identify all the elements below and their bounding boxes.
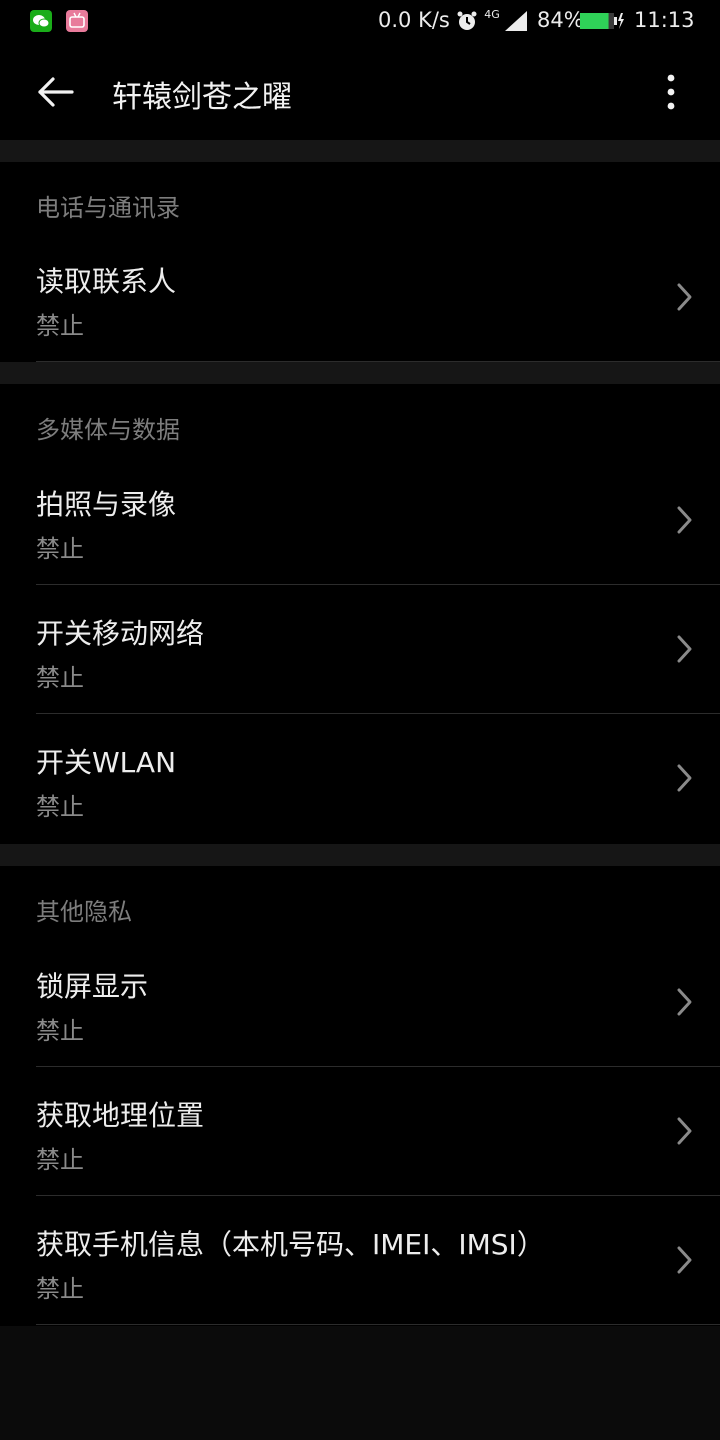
permission-status: 禁止: [36, 664, 84, 692]
permission-status: 禁止: [36, 1275, 84, 1303]
section-header: 电话与通讯录: [36, 194, 180, 222]
app-bar: 轩辕剑苍之曜: [0, 44, 720, 140]
section-gap: [0, 362, 720, 384]
chevron-right-icon: [677, 283, 692, 311]
wechat-icon: [30, 10, 52, 32]
permission-status: 禁止: [36, 1017, 84, 1045]
permission-row-wlan[interactable]: 开关WLAN 禁止: [0, 715, 720, 843]
arrow-left-icon: [38, 77, 74, 107]
more-vert-icon: [667, 74, 675, 110]
section-media: 多媒体与数据 拍照与录像 禁止 开关移动网络 禁止 开关WLAN 禁止: [0, 384, 720, 844]
section-header: 多媒体与数据: [36, 416, 180, 444]
permission-row-mobile-data[interactable]: 开关移动网络 禁止: [0, 586, 720, 714]
permission-status: 禁止: [36, 312, 84, 340]
page-title: 轩辕剑苍之曜: [112, 80, 292, 115]
permission-row-lock-screen[interactable]: 锁屏显示 禁止: [0, 939, 720, 1067]
chevron-right-icon: [677, 635, 692, 663]
permission-title: 开关移动网络: [36, 617, 205, 650]
section-other-privacy: 其他隐私 锁屏显示 禁止 获取地理位置 禁止 获取手机信息（本机号码、IMEI、…: [0, 866, 720, 1326]
permission-status: 禁止: [36, 1146, 84, 1174]
section-contacts: 电话与通讯录 读取联系人 禁止: [0, 162, 720, 362]
chevron-right-icon: [677, 506, 692, 534]
permission-row-camera[interactable]: 拍照与录像 禁止: [0, 457, 720, 585]
permission-title: 获取地理位置: [36, 1099, 205, 1132]
clock: 11:13: [634, 8, 695, 32]
divider: [36, 1066, 720, 1067]
section-gap: [0, 844, 720, 866]
permission-title: 锁屏显示: [36, 970, 149, 1003]
section-gap: [0, 140, 720, 162]
permission-row-read-contacts[interactable]: 读取联系人 禁止: [0, 234, 720, 362]
network-speed: 0.0 K/s: [378, 8, 450, 32]
more-options-button[interactable]: [650, 68, 692, 116]
status-bar: 0.0 K/s 4G 84% 11:13: [0, 0, 720, 44]
permission-status: 禁止: [36, 535, 84, 563]
divider: [36, 584, 720, 585]
divider: [36, 1195, 720, 1196]
battery-icon: [580, 12, 624, 30]
permission-title: 拍照与录像: [36, 488, 177, 521]
permission-status: 禁止: [36, 793, 84, 821]
chevron-right-icon: [677, 1246, 692, 1274]
alarm-icon: [456, 10, 478, 32]
permission-title: 读取联系人: [36, 265, 177, 298]
divider: [36, 713, 720, 714]
back-button[interactable]: [26, 66, 82, 118]
permission-row-phone-info[interactable]: 获取手机信息（本机号码、IMEI、IMSI） 禁止: [0, 1197, 720, 1325]
chevron-right-icon: [677, 1117, 692, 1145]
chevron-right-icon: [677, 988, 692, 1016]
section-header: 其他隐私: [36, 898, 132, 926]
battery-percent: 84%: [537, 8, 584, 32]
permission-title: 开关WLAN: [36, 746, 177, 779]
signal-icon: [503, 10, 529, 32]
chevron-right-icon: [677, 764, 692, 792]
permission-title: 获取手机信息（本机号码、IMEI、IMSI）: [36, 1228, 545, 1261]
bilibili-icon: [66, 10, 88, 32]
permission-row-location[interactable]: 获取地理位置 禁止: [0, 1068, 720, 1196]
divider: [36, 1324, 720, 1325]
network-type: 4G: [484, 8, 500, 21]
